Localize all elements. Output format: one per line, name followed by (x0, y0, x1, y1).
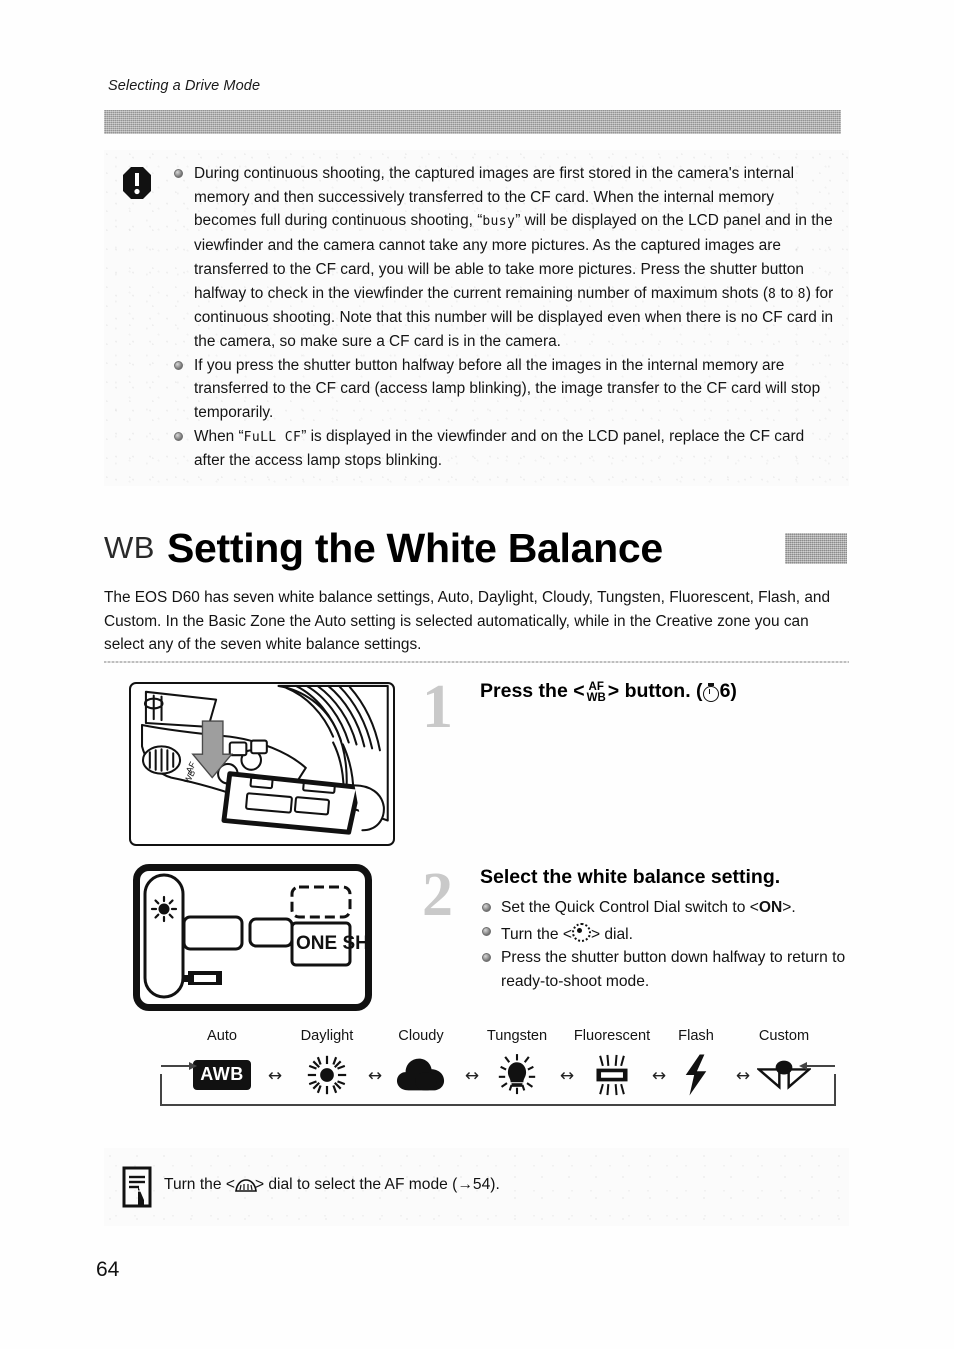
quick-control-dial-icon (571, 922, 591, 942)
lcd-panel-illustration: ONE SHOT (133, 864, 372, 1011)
bullet-icon (482, 926, 491, 936)
wb-label-custom: Custom (758, 1028, 810, 1044)
main-dial-icon (235, 1179, 257, 1192)
step-1-text-after: > button. ( (607, 680, 703, 702)
list-item: Set the Quick Control Dial switch to <ON… (480, 896, 850, 920)
caution-item-text: During continuous shooting, the captured… (194, 165, 834, 350)
section-heading: WB Setting the White Balance (104, 519, 849, 577)
heading-gray-tab (785, 533, 847, 564)
sun-icon (150, 895, 178, 923)
wb-cycle-loop (160, 1061, 836, 1106)
warning-octagon-icon (122, 166, 152, 200)
bullet-icon (482, 953, 491, 962)
step-2-bullet-text: Set the Quick Control Dial switch to < (501, 899, 759, 916)
step-2-instruction: Select the white balance setting. (480, 866, 781, 888)
step-1-text-before: Press the < (480, 680, 585, 702)
note-block: Turn the < > dial to select the AF mode (… (104, 1148, 849, 1226)
bullet-icon (174, 431, 183, 441)
step-2-number: 2 (422, 861, 453, 929)
section-divider (104, 661, 849, 663)
step-2-bullet-text: Press the shutter button down halfway to… (501, 949, 846, 990)
header-gray-bar (104, 110, 841, 134)
wb-mark-icon: WB (104, 530, 155, 565)
caution-item-text: If you press the shutter button halfway … (194, 356, 821, 422)
wb-label-fluorescent: Fluorescent (573, 1028, 651, 1044)
step-1-timer-value: 6 (719, 680, 731, 702)
wb-label-auto: Auto (206, 1028, 238, 1044)
list-item: Turn the < > dial. (480, 920, 850, 947)
step-1-number: 1 (422, 673, 453, 741)
bullet-icon (482, 903, 491, 912)
wb-flow-labels: Auto Daylight Cloudy Tungsten Fluorescen… (160, 1028, 840, 1048)
wb-label-cloudy: Cloudy (398, 1028, 444, 1044)
manual-page: Selecting a Drive Mode During continuous… (0, 0, 954, 1349)
caution-item: When “FuLL CF” is displayed in the viewf… (172, 425, 838, 473)
note-text-before: Turn the < (164, 1176, 235, 1193)
step-2-bullet-text-after: >. (782, 899, 796, 916)
lcd-one-shot-label: ONE SHOT (296, 933, 365, 954)
intro-paragraph: The EOS D60 has seven white balance sett… (104, 589, 831, 653)
bullet-icon (174, 360, 183, 370)
wb-label-daylight: Daylight (300, 1028, 354, 1044)
caution-block: During continuous shooting, the captured… (104, 150, 849, 486)
wb-label-tungsten: Tungsten (486, 1028, 548, 1044)
timer-icon (702, 683, 719, 702)
camera-illustration: AF WB (129, 682, 395, 846)
page-number: 64 (96, 1258, 120, 1281)
af-wb-button-icon: AF WB (586, 681, 606, 704)
running-head: Selecting a Drive Mode (108, 78, 261, 94)
caution-item-text: When “FuLL CF” is displayed in the viewf… (194, 427, 805, 470)
step-2-bullets: Set the Quick Control Dial switch to <ON… (480, 896, 850, 993)
loop-arrow-from-custom-icon (799, 1061, 835, 1070)
white-balance-flow-diagram: Auto Daylight Cloudy Tungsten Fluorescen… (160, 1028, 840, 1113)
note-text-after: > dial to select the AF mode (→54). (254, 1176, 500, 1193)
note-pencil-icon (122, 1166, 154, 1208)
page-title: Setting the White Balance (166, 524, 663, 571)
step-2-bullet-text-after: > dial. (590, 925, 633, 943)
caution-item: During continuous shooting, the captured… (172, 162, 838, 354)
list-item: Press the shutter button down halfway to… (480, 946, 850, 993)
bullet-icon (174, 169, 183, 178)
on-label: ON (758, 899, 783, 916)
caution-list: During continuous shooting, the captured… (172, 162, 838, 473)
caution-item: If you press the shutter button halfway … (172, 354, 838, 425)
wb-label: WB (586, 691, 606, 704)
wb-label-flash: Flash (678, 1028, 714, 1044)
loop-arrow-into-awb-icon (161, 1061, 197, 1070)
step-1-instruction: Press the < AF WB > button. ( 6 ) (480, 680, 737, 703)
step-1-text-end: ) (730, 680, 737, 702)
note-text: Turn the < > dial to select the AF mode (… (164, 1176, 500, 1194)
step-2-bullet-text: Turn the < (501, 925, 572, 943)
battery-icon (184, 971, 222, 985)
